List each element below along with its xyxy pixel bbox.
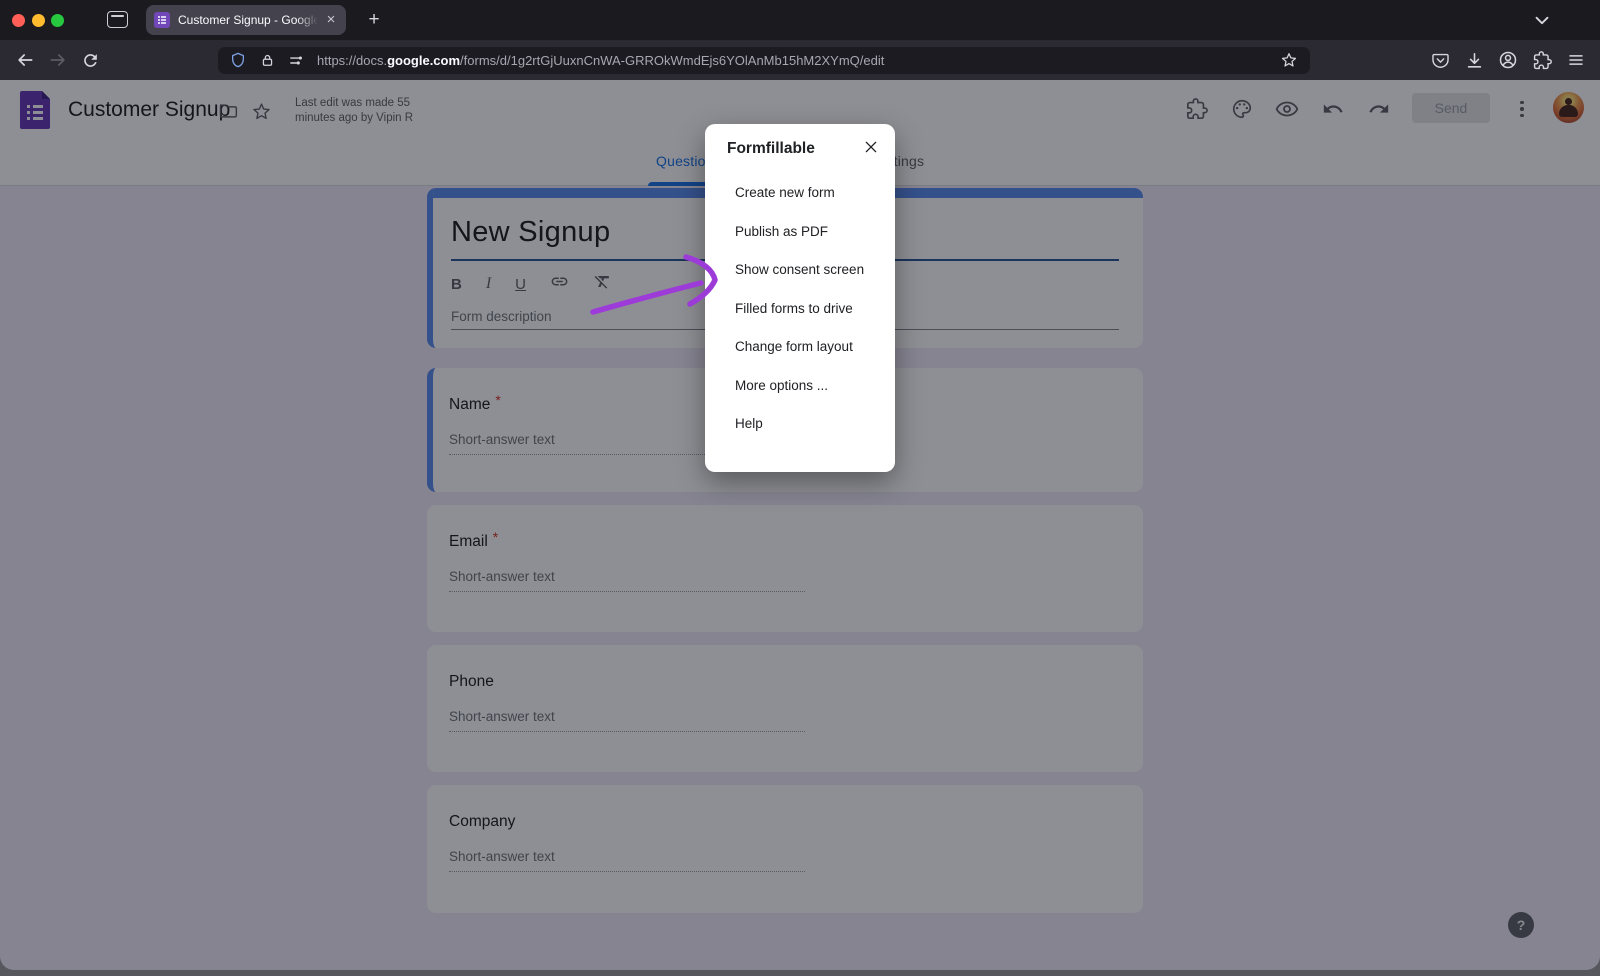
back-icon[interactable] bbox=[13, 48, 37, 72]
url-bar[interactable]: https://docs.google.com/forms/d/1g2rtGjU… bbox=[218, 47, 1310, 74]
downloads-icon[interactable] bbox=[1462, 48, 1486, 72]
url-prefix: https://docs. bbox=[317, 53, 387, 68]
menu-item-change-form-layout[interactable]: Change form layout bbox=[705, 328, 895, 367]
sidebar-toggle-icon[interactable] bbox=[107, 11, 128, 28]
dialog-menu: Create new form Publish as PDF Show cons… bbox=[705, 174, 895, 444]
macos-minimize-button[interactable] bbox=[32, 14, 45, 27]
app-menu-hamburger-icon[interactable] bbox=[1564, 48, 1588, 72]
browser-tab[interactable]: Customer Signup - Google Form × bbox=[146, 5, 346, 35]
forward-icon[interactable] bbox=[46, 48, 70, 72]
page-viewport: Customer Signup Last edit was made 55 mi… bbox=[0, 80, 1600, 970]
menu-item-publish-as-pdf[interactable]: Publish as PDF bbox=[705, 213, 895, 252]
google-forms-favicon-icon bbox=[154, 12, 170, 28]
browser-nav-bar: https://docs.google.com/forms/d/1g2rtGjU… bbox=[0, 40, 1600, 80]
permissions-icon[interactable] bbox=[287, 51, 305, 69]
macos-close-button[interactable] bbox=[12, 14, 25, 27]
menu-item-help[interactable]: Help bbox=[705, 405, 895, 444]
browser-window: Customer Signup - Google Form × + bbox=[0, 0, 1600, 970]
url-text[interactable]: https://docs.google.com/forms/d/1g2rtGjU… bbox=[317, 53, 1310, 68]
menu-item-more-options[interactable]: More options ... bbox=[705, 367, 895, 406]
lock-icon[interactable] bbox=[258, 51, 276, 69]
new-tab-button[interactable]: + bbox=[362, 8, 386, 32]
url-domain: google.com bbox=[387, 53, 460, 68]
menu-item-create-new-form[interactable]: Create new form bbox=[705, 174, 895, 213]
browser-tab-bar: Customer Signup - Google Form × + bbox=[0, 0, 1600, 40]
tab-close-icon[interactable]: × bbox=[321, 10, 341, 30]
extensions-puzzle-icon[interactable] bbox=[1530, 48, 1554, 72]
tab-title-fade bbox=[296, 5, 322, 35]
list-all-tabs-chevron-icon[interactable] bbox=[1531, 9, 1555, 33]
pocket-icon[interactable] bbox=[1428, 48, 1452, 72]
account-icon[interactable] bbox=[1496, 48, 1520, 72]
tracking-protection-shield-icon[interactable] bbox=[229, 51, 247, 69]
menu-item-show-consent-screen[interactable]: Show consent screen bbox=[705, 251, 895, 290]
reload-icon[interactable] bbox=[78, 48, 102, 72]
formfillable-dialog: Formfillable Create new form Publish as … bbox=[705, 124, 895, 472]
url-path: /forms/d/1g2rtGjUuxnCnWA-GRROkWmdEjs6YOl… bbox=[460, 53, 884, 68]
dialog-title: Formfillable bbox=[727, 140, 815, 158]
bookmark-star-icon[interactable] bbox=[1280, 51, 1298, 69]
macos-zoom-button[interactable] bbox=[51, 14, 64, 27]
menu-item-filled-forms-to-drive[interactable]: Filled forms to drive bbox=[705, 290, 895, 329]
dialog-close-icon[interactable] bbox=[861, 137, 881, 157]
